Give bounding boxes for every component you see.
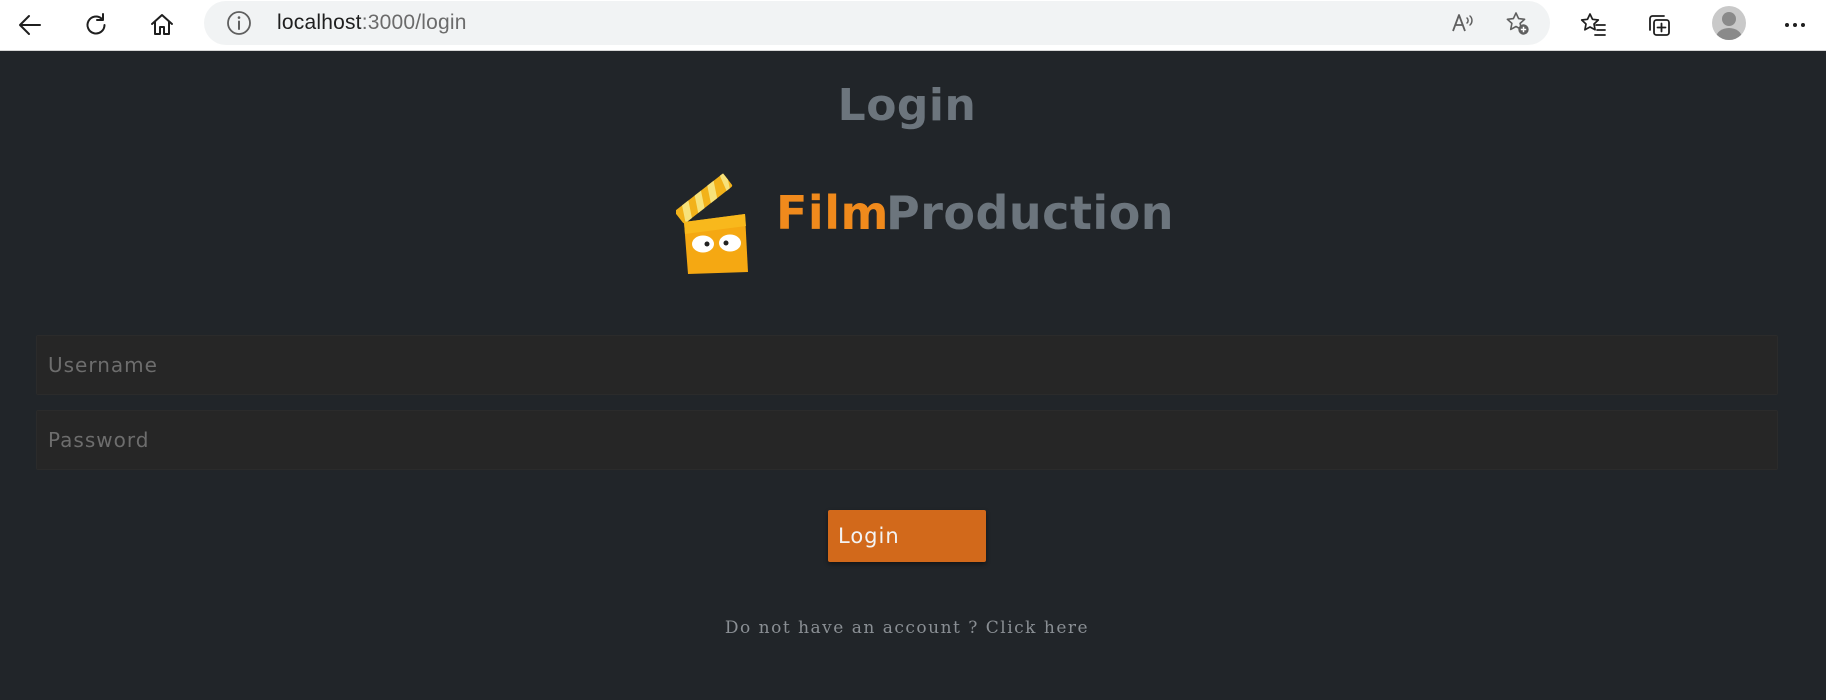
reload-button[interactable]	[76, 5, 116, 45]
site-info-icon[interactable]	[226, 10, 252, 36]
password-input[interactable]	[37, 411, 1777, 469]
login-button[interactable]: Login	[828, 510, 986, 562]
username-input[interactable]	[37, 336, 1777, 394]
read-aloud-icon[interactable]	[1448, 8, 1478, 38]
avatar-body	[1716, 28, 1742, 40]
browser-toolbar: localhost:3000/login	[0, 0, 1826, 51]
more-options-icon[interactable]	[1775, 5, 1815, 45]
back-button[interactable]	[10, 5, 50, 45]
logo-word-film: Film	[776, 186, 889, 240]
collections-icon[interactable]	[1639, 5, 1679, 45]
home-icon	[151, 14, 173, 35]
url-path: :3000/login	[361, 11, 467, 34]
logo-word-production: Production	[886, 186, 1175, 240]
password-field[interactable]	[36, 410, 1778, 470]
reload-icon	[86, 13, 106, 35]
url-host: localhost	[277, 11, 362, 34]
home-button[interactable]	[142, 5, 182, 45]
page-title: Login	[837, 80, 977, 131]
username-field[interactable]	[36, 335, 1778, 395]
back-arrow-icon	[19, 15, 41, 35]
clapperboard-mascot-icon	[676, 173, 748, 274]
login-page: Login Film Production Logi	[0, 52, 1826, 700]
signup-link[interactable]: Do not have an account ? Click here	[0, 618, 1814, 638]
url-text[interactable]: localhost:3000/login	[277, 11, 467, 35]
favorites-icon[interactable]	[1573, 5, 1613, 45]
brand-logo: Film Production	[676, 168, 1174, 278]
avatar-head	[1722, 12, 1736, 26]
profile-avatar[interactable]	[1712, 6, 1746, 40]
address-bar[interactable]: localhost:3000/login	[204, 1, 1550, 45]
add-favorite-icon[interactable]	[1502, 8, 1532, 38]
